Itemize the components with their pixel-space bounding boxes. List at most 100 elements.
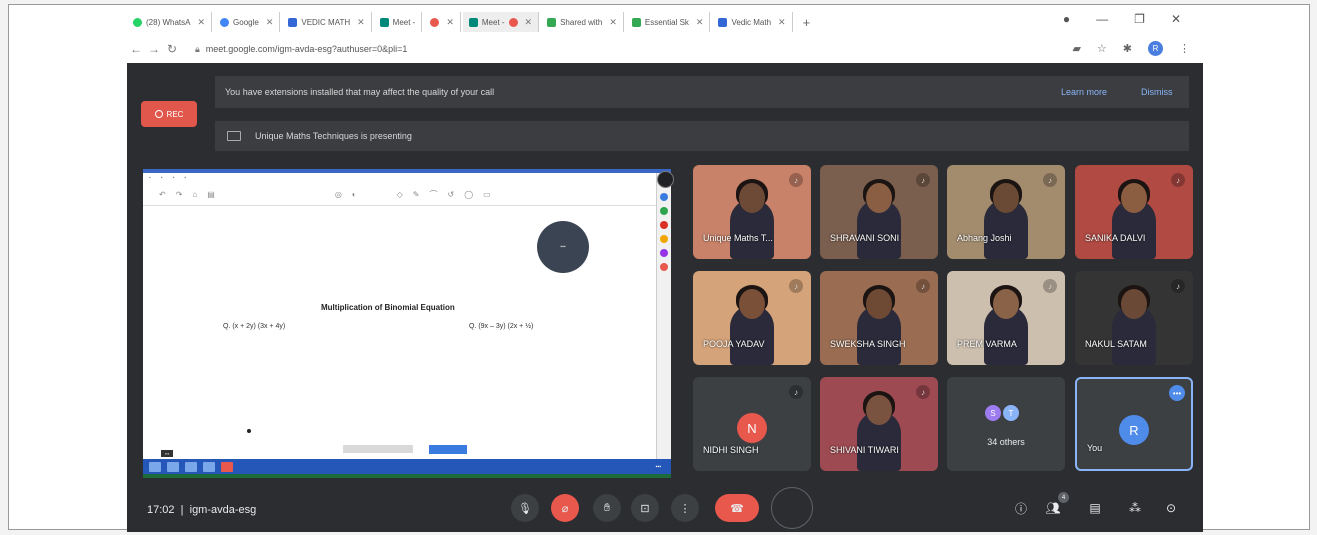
mic-toggle-button[interactable]: 🎙︎	[511, 494, 539, 522]
stop-sharing-button[interactable]	[429, 445, 467, 454]
blue-pen-icon[interactable]	[660, 193, 668, 201]
purple-pen-icon[interactable]	[660, 249, 668, 257]
participant-face	[866, 183, 892, 213]
record-icon	[430, 17, 440, 27]
chat-button[interactable]: ▤	[1083, 496, 1107, 520]
meeting-info-button[interactable]: ⓘ	[1009, 496, 1033, 520]
browser-tab-google[interactable]: Google ✕	[214, 12, 281, 32]
browser-icon[interactable]	[167, 462, 179, 472]
new-tab-icon[interactable]: +	[795, 15, 819, 30]
more-vert-icon: ⋮	[679, 502, 691, 515]
close-icon[interactable]: ✕	[696, 17, 704, 28]
menu-icon[interactable]: ⋮	[1179, 42, 1190, 55]
close-icon[interactable]: ✕	[525, 17, 533, 28]
document-icon	[718, 17, 728, 27]
activities-icon: ⁂	[1129, 501, 1141, 515]
participant-tile[interactable]: ♪ SWEKSHA SINGH	[820, 271, 938, 365]
red-pen-icon[interactable]	[660, 221, 668, 229]
participant-face	[866, 289, 892, 319]
shared-app-menubar: ▪ ▪ ▪ ▪	[149, 175, 187, 181]
present-icon: ⊡	[640, 502, 650, 515]
tab-search-icon[interactable]: ●	[1063, 12, 1070, 26]
mic-off-icon: ♪	[916, 385, 930, 399]
url-field[interactable]: meet.google.com/igm-avda-esg?authuser=0&…	[206, 44, 408, 54]
google-icon	[220, 17, 230, 27]
forward-icon[interactable]: →	[145, 42, 163, 56]
camera-indicator-icon[interactable]: ▰	[1072, 42, 1080, 55]
participant-tile[interactable]: ♪ SHRAVANI SONI	[820, 165, 938, 259]
start-icon[interactable]	[149, 462, 161, 472]
browser-tab-recording[interactable]: ✕	[424, 12, 461, 32]
reload-icon[interactable]: ↻	[163, 42, 181, 56]
app-icon[interactable]	[221, 462, 233, 472]
profile-avatar[interactable]: R	[1148, 41, 1163, 56]
shared-doc-question-2: Q. (9x – 3y) (2x + ½)	[469, 323, 534, 330]
green-pen-icon[interactable]	[660, 207, 668, 215]
presenting-text: Unique Maths Techniques is presenting	[255, 131, 412, 141]
more-options-icon[interactable]: •••	[1169, 385, 1185, 401]
participant-name: SHRAVANI SONI	[830, 233, 900, 243]
browser-tab-whatsapp[interactable]: (28) WhatsA ✕	[127, 12, 213, 32]
participant-tile[interactable]: ♪ Unique Maths T...	[693, 165, 811, 259]
participant-count-badge: 4	[1058, 492, 1069, 503]
participant-tile[interactable]: N ♪ NIDHI SINGH	[693, 377, 811, 471]
others-tile[interactable]: S T 34 others	[947, 377, 1065, 471]
close-icon[interactable]: ✕	[446, 17, 454, 28]
folder-icon[interactable]	[185, 462, 197, 472]
participant-avatar: S	[985, 405, 1001, 421]
back-icon[interactable]: ←	[127, 42, 145, 56]
learn-more-link[interactable]: Learn more	[1061, 87, 1107, 97]
close-icon[interactable]: ✕	[609, 17, 617, 28]
raise-hand-button[interactable]: ✋︎	[593, 494, 621, 522]
record-icon	[508, 17, 518, 27]
shared-screen[interactable]: ▪ ▪ ▪ ▪ ↶ ↷ ⌂ ▤ ◎ ◐ ◇ ✎ ⌒ ↺ ◯ ▭ ▪▪▪ Multiplication o…	[143, 169, 671, 475]
leave-call-button[interactable]: ☎︎	[715, 494, 759, 522]
shared-app-toolbar: ↶ ↷ ⌂ ▤ ◎ ◐ ◇ ✎ ⌒ ↺ ◯ ▭	[143, 183, 671, 206]
restore-icon[interactable]: ❐	[1134, 12, 1145, 26]
extensions-icon[interactable]: ✱	[1123, 42, 1132, 55]
present-button[interactable]: ⊡	[631, 494, 659, 522]
lock-icon[interactable]: 🔒︎	[195, 44, 200, 55]
participant-tile[interactable]: ♪ NAKUL SATAM	[1075, 271, 1193, 365]
participant-tile[interactable]: ♪ PREM VARMA	[947, 271, 1065, 365]
browser-tab-vedic-math-2[interactable]: Vedic Math ✕	[712, 12, 793, 32]
participant-avatar: T	[1003, 405, 1019, 421]
browser-tab-shared[interactable]: Shared with ✕	[541, 12, 624, 32]
camera-toggle-button[interactable]: ⌀	[551, 494, 579, 522]
close-window-icon[interactable]: ✕	[1171, 12, 1181, 26]
meeting-code: igm-avda-esg	[189, 504, 257, 516]
people-icon: 👥︎	[1045, 501, 1061, 515]
app-icon[interactable]	[203, 462, 215, 472]
window-controls: ● — ❐ ✕	[1063, 12, 1181, 26]
participant-tile[interactable]: ♪ Abhang Joshi	[947, 165, 1065, 259]
browser-tab-meet-active[interactable]: Meet - ✕	[462, 12, 540, 32]
mic-off-icon: ♪	[789, 385, 803, 399]
close-icon[interactable]: ✕	[197, 17, 205, 28]
participant-tile[interactable]: ♪ SANIKA DALVI	[1075, 165, 1193, 259]
browser-tab-essential[interactable]: Essential Sk ✕	[626, 12, 711, 32]
yellow-pen-icon[interactable]	[660, 235, 668, 243]
windows-taskbar: ▪▪▪	[143, 459, 671, 475]
participant-tile[interactable]: ♪ SHIVANI TIWARI	[820, 377, 938, 471]
activities-button[interactable]: ⁂	[1123, 496, 1147, 520]
mic-off-icon: ♪	[916, 279, 930, 293]
more-options-button[interactable]: ⋮	[671, 494, 699, 522]
browser-tab-meet-1[interactable]: Meet -	[374, 12, 423, 32]
close-icon[interactable]: ✕	[778, 17, 786, 28]
browser-tab-vedic-math[interactable]: VEDIC MATH ✕	[282, 12, 372, 32]
self-tile[interactable]: ••• R You	[1075, 377, 1193, 471]
participant-tile[interactable]: ♪ POOJA YADAV	[693, 271, 811, 365]
mic-off-icon: ♪	[1043, 279, 1057, 293]
host-controls-button[interactable]: ⊙	[1159, 496, 1183, 520]
close-icon[interactable]: ✕	[357, 17, 365, 28]
close-icon[interactable]: ✕	[266, 17, 274, 28]
annotation-toolbar	[656, 173, 671, 471]
present-screen-icon	[227, 131, 241, 141]
others-count: 34 others	[987, 437, 1025, 447]
people-button[interactable]: 👥︎ 4	[1041, 492, 1069, 520]
dismiss-button[interactable]: Dismiss	[1141, 87, 1173, 97]
eraser-icon[interactable]	[660, 263, 668, 271]
bookmark-star-icon[interactable]: ☆	[1097, 42, 1107, 55]
recording-indicator[interactable]: REC	[141, 101, 197, 127]
minimize-icon[interactable]: —	[1096, 12, 1108, 26]
